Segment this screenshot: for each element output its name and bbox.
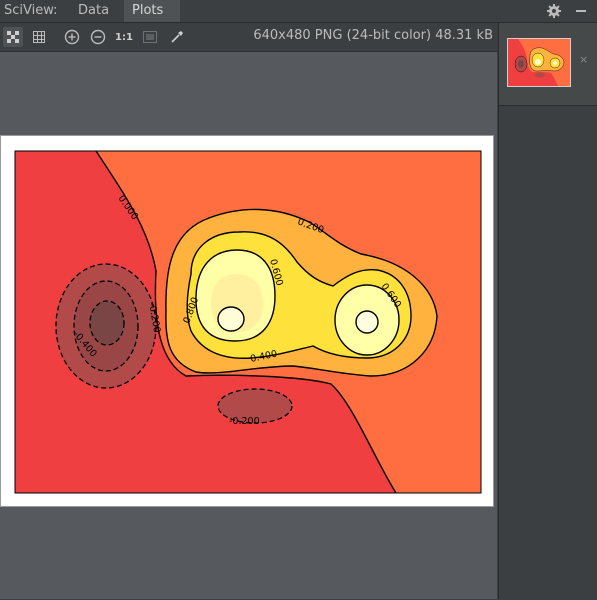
plot-thumbnail[interactable] [507, 38, 571, 87]
plots-thumbnail-panel: × [498, 23, 597, 600]
contour-label: -0.200 [229, 416, 260, 427]
grid-icon[interactable] [29, 27, 49, 47]
checkerboard-icon[interactable] [3, 27, 23, 47]
tab-plots[interactable]: Plots [124, 0, 180, 22]
thumbnail-list-area [499, 105, 597, 600]
zoom-in-icon[interactable] [62, 27, 82, 47]
actual-size-button[interactable]: 1:1 [114, 27, 134, 47]
tool-window-header: SciView: Data Plots [0, 0, 597, 23]
color-picker-icon[interactable] [167, 27, 187, 47]
image-info: 640x480 PNG (24-bit color) 48.31 kB [253, 28, 493, 43]
plot-image: 0.000 -0.200 -0.400 0.200 0.600 0.800 0.… [0, 135, 494, 507]
fit-window-icon[interactable] [140, 27, 160, 47]
minimize-icon[interactable] [572, 2, 590, 20]
thumbnail-close-icon[interactable]: × [579, 53, 588, 66]
gear-icon[interactable] [545, 2, 563, 20]
image-viewer: 0.000 -0.200 -0.400 0.200 0.600 0.800 0.… [0, 52, 497, 599]
zoom-out-icon[interactable] [88, 27, 108, 47]
sciview-title: SciView: [4, 3, 58, 18]
contour-plot: 0.000 -0.200 -0.400 0.200 0.600 0.800 0.… [14, 150, 482, 494]
image-toolbar: 1:1 640x480 PNG (24-bit color) 48.31 kB [0, 23, 497, 52]
tab-data[interactable]: Data [70, 0, 117, 22]
thumbnail-strip: × [499, 23, 597, 105]
